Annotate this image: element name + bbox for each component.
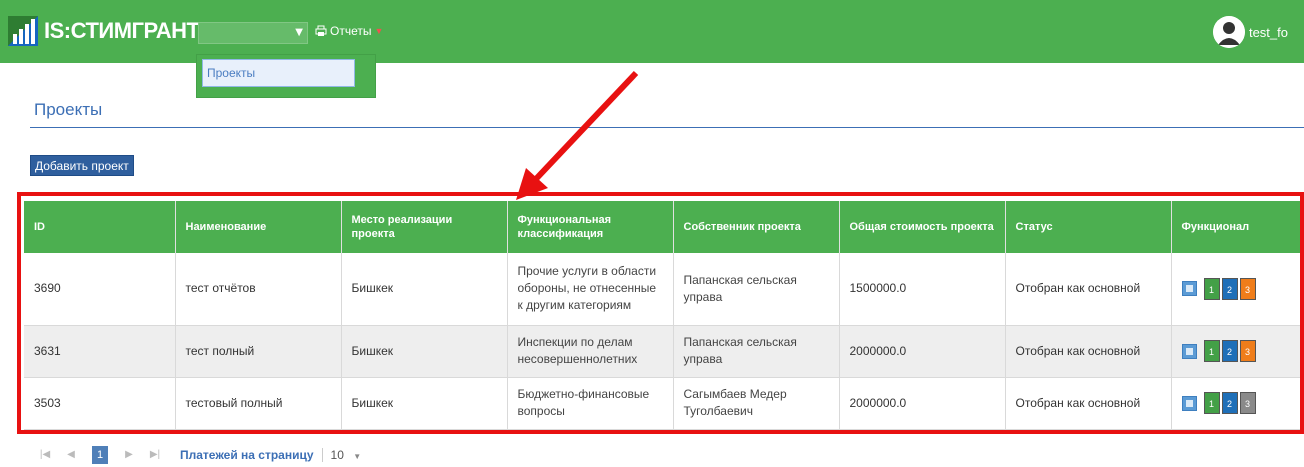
chart-bars-icon — [8, 16, 38, 46]
project-select[interactable]: ▼ — [198, 22, 308, 44]
cell-cost: 2000000.0 — [839, 325, 1006, 377]
cell-cost: 2000000.0 — [839, 377, 1006, 429]
per-page-select[interactable]: 10 ▼ — [321, 448, 362, 462]
cell-functions: 1 2 3 — [1171, 253, 1304, 325]
projects-table: ID Наименование Место реализации проекта… — [24, 201, 1304, 432]
table-row[interactable]: 3690 тест отчётов Бишкек Прочие услуги в… — [24, 253, 1304, 325]
table-header-row: ID Наименование Место реализации проекта… — [24, 201, 1304, 253]
page-title: Проекты — [34, 100, 103, 119]
cell-id: 3690 — [24, 253, 176, 325]
cell-name: тест отчётов — [175, 253, 342, 325]
edit-icon[interactable] — [1181, 281, 1197, 297]
table-row[interactable]: 3631 тест полный Бишкек Инспекции по дел… — [24, 325, 1304, 377]
document-icon[interactable]: 3 — [1239, 392, 1256, 414]
document-icon[interactable]: 3 — [1239, 277, 1256, 300]
column-header[interactable]: ID — [24, 201, 176, 253]
cell-place: Бишкек — [341, 325, 508, 377]
cell-status: Отобран как основной — [1005, 377, 1172, 429]
column-header[interactable]: Функциональная классификация — [507, 201, 674, 253]
column-header[interactable]: Место реализации проекта — [341, 201, 508, 253]
reports-menu[interactable]: Отчеты ▼ — [315, 24, 383, 38]
username: test_fo — [1248, 24, 1288, 40]
column-header[interactable]: Наименование — [175, 201, 342, 253]
cell-functions: 1 2 3 — [1171, 325, 1304, 377]
user-avatar-icon — [1212, 16, 1245, 48]
current-page[interactable]: 1 — [92, 446, 108, 464]
column-header[interactable]: Общая стоимость проекта — [839, 201, 1006, 253]
cell-owner: Сагымбаев Медер Туголбаевич — [673, 377, 840, 429]
cell-place: Бишкек — [341, 377, 508, 429]
cell-status: Отобран как основной — [1005, 253, 1172, 325]
cell-name: тест полный — [175, 325, 342, 377]
brand-name: IS:СТИМГРАНТ — [44, 18, 200, 43]
document-icon[interactable]: 3 — [1239, 340, 1256, 362]
cell-owner: Папанская сельская управа — [673, 253, 840, 325]
document-icon[interactable]: 1 — [1203, 277, 1220, 300]
column-header[interactable]: Собственник проекта — [673, 201, 840, 253]
prev-page-button[interactable]: ◀ — [58, 446, 84, 464]
document-icon[interactable]: 2 — [1221, 392, 1238, 414]
document-icon[interactable]: 2 — [1221, 340, 1238, 362]
dropdown-item-projects[interactable]: Проекты — [202, 59, 355, 87]
cell-classification: Бюджетно-финансовые вопросы — [507, 377, 674, 429]
pagination: |◀ ◀ 1 ▶ ▶| Платежей на страницу 10 ▼ — [32, 446, 361, 464]
chevron-down-icon: ▼ — [353, 452, 362, 461]
cell-place: Бишкек — [341, 253, 508, 325]
next-page-button[interactable]: ▶ — [116, 446, 142, 464]
column-header[interactable]: Функционал — [1171, 201, 1304, 253]
add-project-button[interactable]: Добавить проект — [30, 155, 134, 176]
first-page-button[interactable]: |◀ — [32, 446, 58, 464]
print-icon — [315, 25, 327, 36]
cell-classification: Прочие услуги в области обороны, не отне… — [507, 253, 674, 325]
table-row[interactable]: 3503 тестовый полный Бишкек Бюджетно-фин… — [24, 377, 1304, 429]
cell-status: Отобран как основной — [1005, 325, 1172, 377]
brand[interactable]: IS:СТИМГРАНТ — [8, 14, 200, 48]
reports-label: Отчеты — [330, 24, 372, 38]
project-dropdown: Проекты — [196, 54, 376, 98]
chevron-down-icon: ▼ — [295, 27, 303, 38]
cell-name: тестовый полный — [175, 377, 342, 429]
cell-cost: 1500000.0 — [839, 253, 1006, 325]
column-header[interactable]: Статус — [1005, 201, 1172, 253]
document-icon[interactable]: 2 — [1221, 277, 1238, 300]
user-menu[interactable]: test_fo — [1212, 16, 1288, 48]
document-icon[interactable]: 1 — [1203, 392, 1220, 414]
divider — [30, 127, 1304, 128]
chevron-down-icon: ▼ — [374, 26, 384, 36]
cell-functions: 1 2 3 — [1171, 377, 1304, 429]
last-page-button[interactable]: ▶| — [142, 446, 168, 464]
per-page-value: 10 — [330, 448, 344, 462]
cell-id: 3503 — [24, 377, 176, 429]
cell-id: 3631 — [24, 325, 176, 377]
per-page-label: Платежей на страницу — [180, 448, 314, 462]
edit-icon[interactable] — [1181, 395, 1197, 411]
cell-classification: Инспекции по делам несовершеннолетних — [507, 325, 674, 377]
cell-owner: Папанская сельская управа — [673, 325, 840, 377]
edit-icon[interactable] — [1181, 343, 1197, 359]
document-icon[interactable]: 1 — [1203, 340, 1220, 362]
